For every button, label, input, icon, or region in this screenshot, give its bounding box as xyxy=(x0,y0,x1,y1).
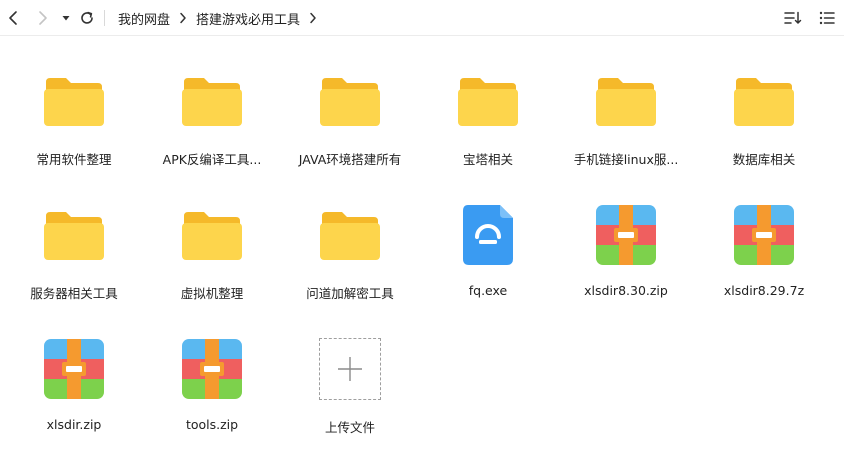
folder-icon xyxy=(315,66,385,136)
back-button[interactable] xyxy=(2,0,24,36)
file-name: xlsdir8.30.zip xyxy=(584,283,668,298)
archive-icon xyxy=(39,334,109,404)
folder-icon xyxy=(39,66,109,136)
plus-icon xyxy=(338,357,362,381)
top-toolbar: 我的网盘 搭建游戏必用工具 xyxy=(0,0,844,36)
forward-button[interactable] xyxy=(32,0,54,36)
folder-icon xyxy=(453,66,523,136)
breadcrumb: 我的网盘 搭建游戏必用工具 xyxy=(104,0,326,36)
file-item[interactable]: xlsdir.zip xyxy=(9,312,139,436)
refresh-icon xyxy=(81,11,93,24)
file-name: 宝塔相关 xyxy=(462,152,513,167)
history-dropdown-button[interactable] xyxy=(58,0,74,36)
list-view-icon xyxy=(819,11,835,25)
file-name: 手机链接linux服... xyxy=(573,152,679,167)
file-item[interactable]: 常用软件整理 xyxy=(9,44,139,168)
file-item[interactable]: fq.exe xyxy=(423,178,553,302)
folder-icon xyxy=(177,200,247,270)
file-item[interactable]: 问道加解密工具 xyxy=(285,178,415,302)
archive-icon xyxy=(177,334,247,404)
file-item[interactable]: tools.zip xyxy=(147,312,277,436)
folder-icon xyxy=(729,66,799,136)
breadcrumb-item-current[interactable]: 搭建游戏必用工具 xyxy=(196,9,300,28)
view-mode-button[interactable] xyxy=(810,0,844,36)
folder-icon xyxy=(315,200,385,270)
file-name: xlsdir.zip xyxy=(46,417,102,432)
breadcrumb-item-root[interactable]: 我的网盘 xyxy=(118,9,170,28)
upload-label: 上传文件 xyxy=(324,420,375,435)
file-name: 常用软件整理 xyxy=(36,152,112,167)
file-item[interactable]: JAVA环境搭建所有 xyxy=(285,44,415,168)
file-name: 服务器相关工具 xyxy=(30,286,118,301)
refresh-button[interactable] xyxy=(76,0,98,36)
file-name: APK反编译工具... xyxy=(162,152,262,167)
file-name: JAVA环境搭建所有 xyxy=(298,152,402,167)
toolbar-divider xyxy=(104,10,105,26)
archive-icon xyxy=(591,200,661,270)
upload-file-tile[interactable]: 上传文件 xyxy=(285,312,415,436)
chevron-left-icon xyxy=(9,11,17,25)
view-tools xyxy=(776,0,844,36)
file-item[interactable]: xlsdir8.30.zip xyxy=(561,178,691,302)
file-item[interactable]: xlsdir8.29.7z xyxy=(699,178,829,302)
file-name: fq.exe xyxy=(468,283,508,298)
file-name: tools.zip xyxy=(185,417,239,432)
file-item[interactable]: 宝塔相关 xyxy=(423,44,553,168)
chevron-right-icon xyxy=(309,12,317,24)
folder-icon xyxy=(591,66,661,136)
file-name: 虚拟机整理 xyxy=(180,286,244,301)
folder-icon xyxy=(39,200,109,270)
file-name: 数据库相关 xyxy=(732,152,796,167)
chevron-right-icon xyxy=(179,12,187,24)
file-item[interactable]: 数据库相关 xyxy=(699,44,829,168)
upload-button[interactable] xyxy=(319,338,381,400)
file-item[interactable]: 手机链接linux服... xyxy=(561,44,691,168)
file-name: 问道加解密工具 xyxy=(306,286,394,301)
file-item[interactable]: APK反编译工具... xyxy=(147,44,277,168)
file-item[interactable]: 服务器相关工具 xyxy=(9,178,139,302)
archive-icon xyxy=(729,200,799,270)
exe-file-icon xyxy=(453,200,523,270)
sort-button[interactable] xyxy=(776,0,810,36)
chevron-right-icon xyxy=(39,11,47,25)
folder-icon xyxy=(177,66,247,136)
caret-down-icon xyxy=(62,16,70,21)
file-item[interactable]: 虚拟机整理 xyxy=(147,178,277,302)
file-name: xlsdir8.29.7z xyxy=(723,283,805,298)
sort-icon xyxy=(784,11,802,24)
